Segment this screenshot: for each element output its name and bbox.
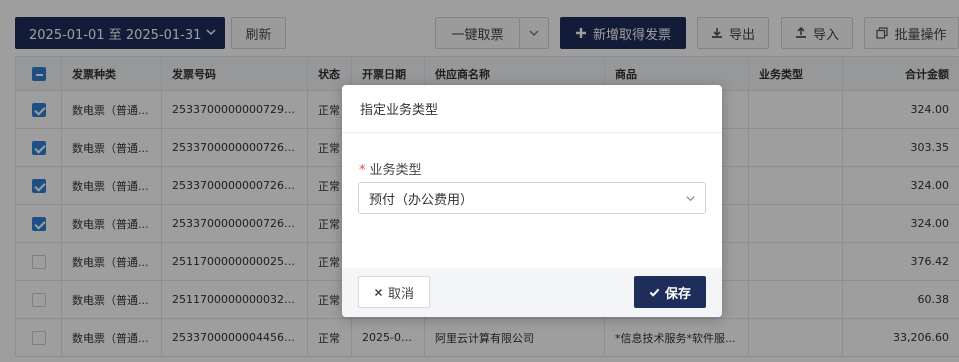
close-icon — [374, 288, 383, 296]
save-label: 保存 — [664, 286, 691, 302]
check-icon — [649, 288, 660, 297]
business-type-label-text: 业务类型 — [369, 163, 422, 178]
business-type-label: * 业务类型 — [359, 159, 422, 178]
assign-business-type-dialog: 指定业务类型 * 业务类型 预付（办公费用） 取消 保存 — [342, 85, 722, 317]
business-type-value: 预付（办公费用） — [369, 192, 474, 208]
required-mark: * — [359, 163, 366, 178]
chevron-down-icon — [686, 196, 695, 202]
dialog-footer: 取消 保存 — [342, 268, 722, 317]
cancel-label: 取消 — [387, 286, 414, 302]
cancel-button[interactable]: 取消 — [358, 276, 430, 308]
dialog-header: 指定业务类型 — [342, 85, 722, 133]
business-type-select[interactable]: 预付（办公费用） — [358, 182, 706, 214]
save-button[interactable]: 保存 — [634, 276, 706, 308]
dialog-title: 指定业务类型 — [360, 103, 439, 118]
